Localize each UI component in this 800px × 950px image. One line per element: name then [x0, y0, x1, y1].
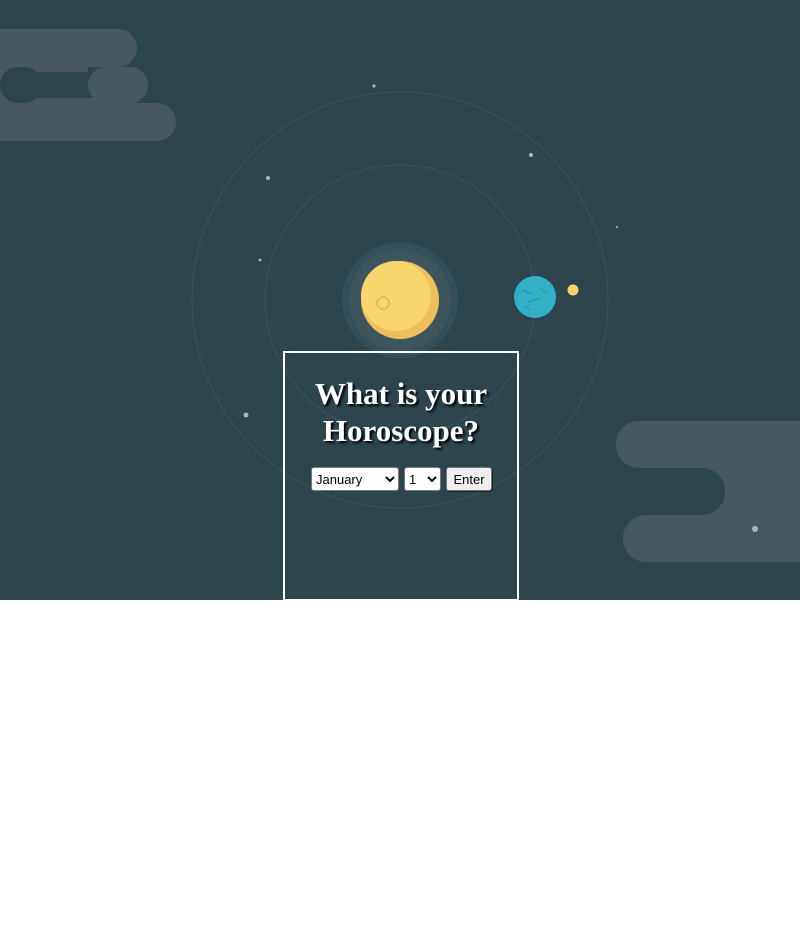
month-select[interactable]: JanuaryFebruaryMarchAprilMayJuneJulyAugu…: [311, 467, 399, 491]
horoscope-panel: What is your Horoscope? JanuaryFebruaryM…: [283, 351, 519, 600]
space-background: What is your Horoscope? JanuaryFebruaryM…: [0, 0, 800, 600]
day-select[interactable]: 1234567891011121314151617181920212223242…: [404, 467, 441, 491]
enter-button[interactable]: Enter: [446, 467, 492, 491]
cloud-gap: [640, 468, 725, 515]
moon: [567, 284, 579, 296]
blue-planet: [514, 276, 556, 318]
sun-highlight: [361, 261, 431, 331]
horoscope-heading: What is your Horoscope?: [314, 376, 488, 448]
cloud-gap: [0, 67, 42, 103]
horoscope-form: JanuaryFebruaryMarchAprilMayJuneJulyAugu…: [285, 467, 517, 491]
